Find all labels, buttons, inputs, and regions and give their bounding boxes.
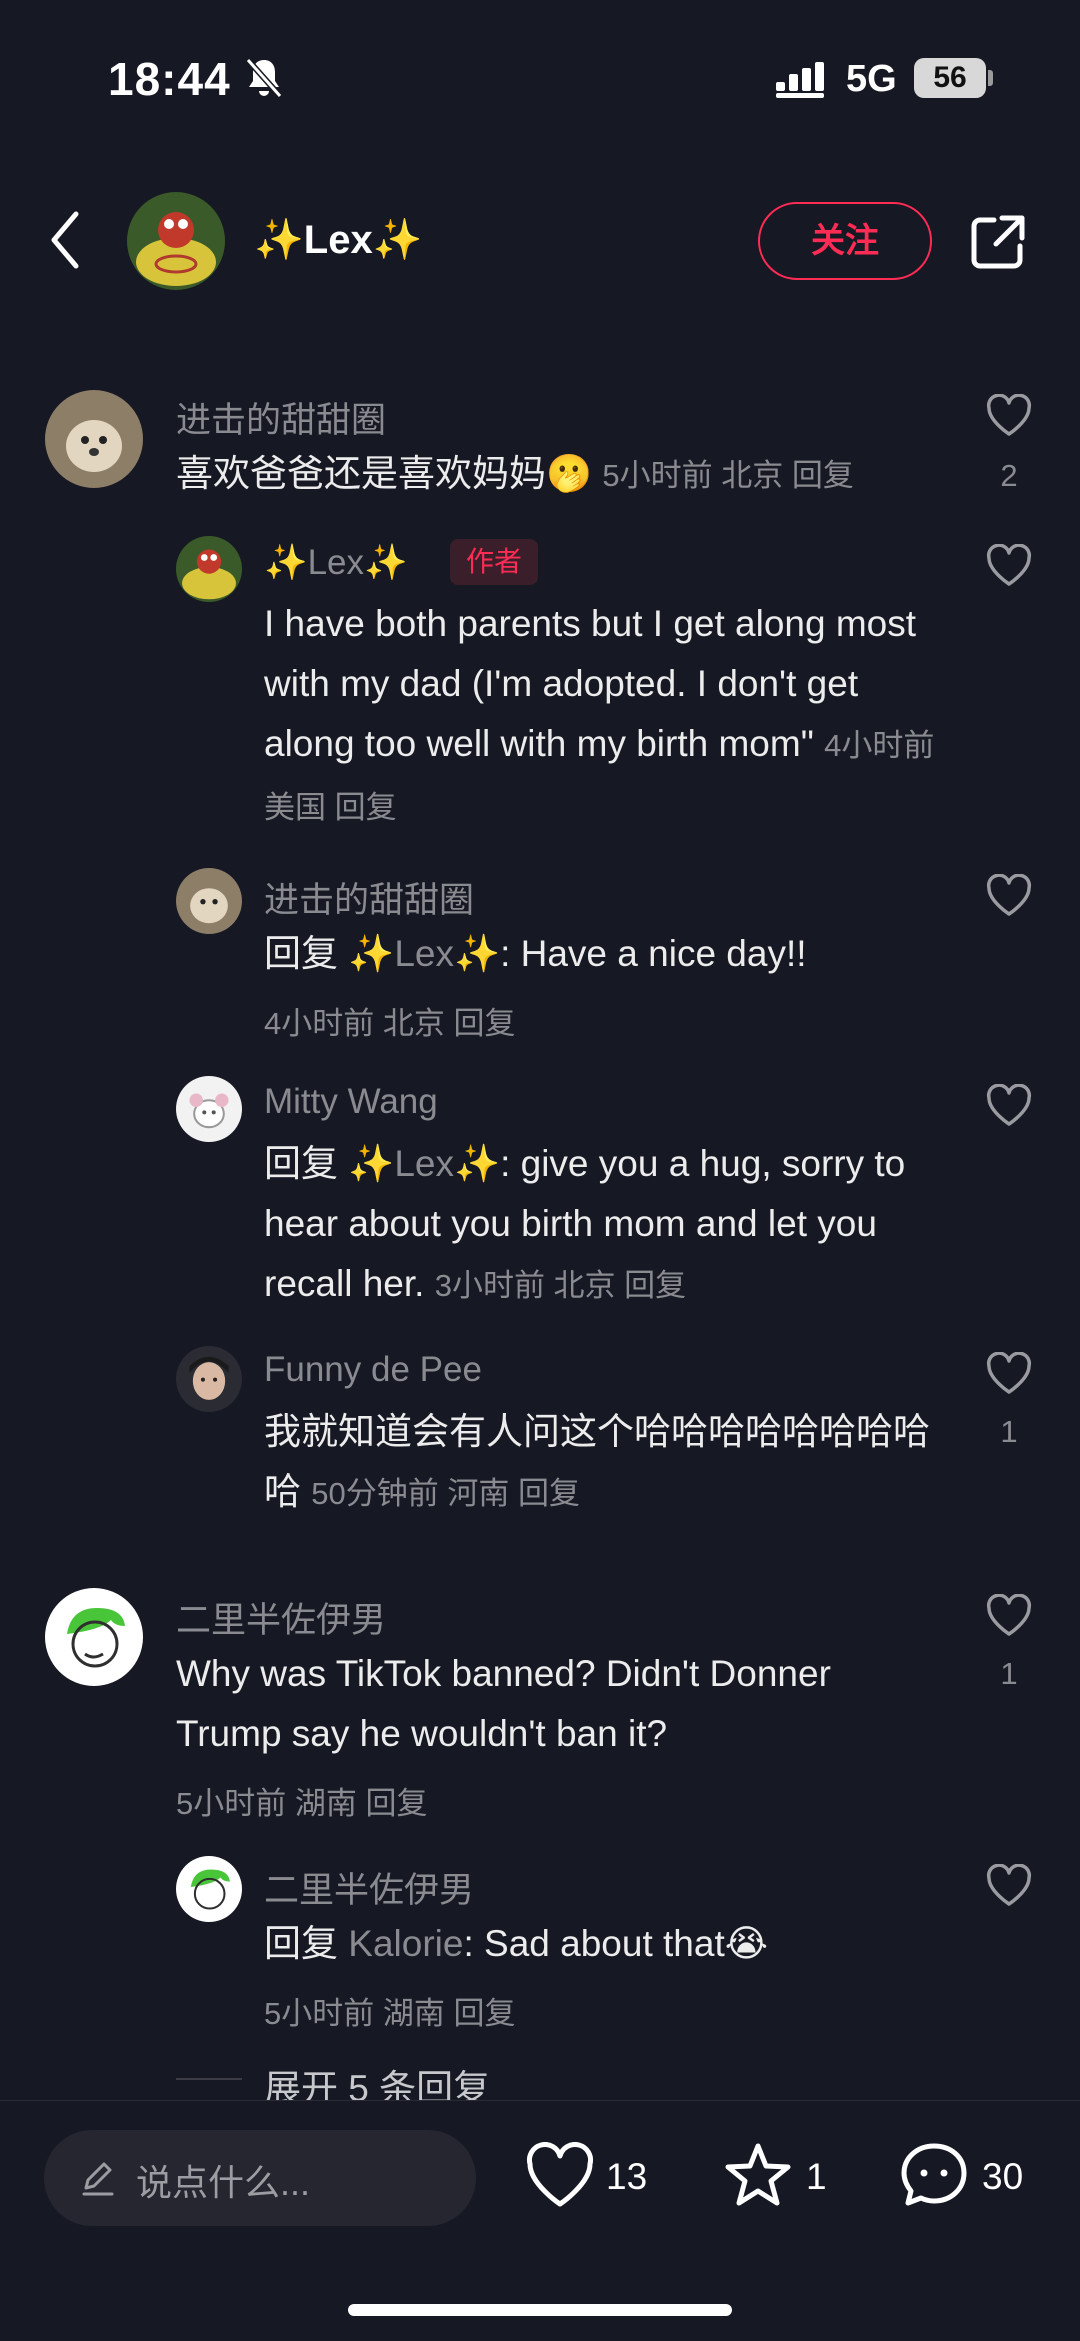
expand-divider [176,2078,242,2080]
commenter-avatar[interactable] [176,536,242,602]
battery-tip [988,70,993,86]
heart-icon[interactable] [985,1084,1033,1128]
commenter-avatar[interactable] [176,868,242,934]
comment-username[interactable]: Funny de Pee [264,1350,482,1390]
status-bar: 18:44 5G 56 [0,0,1080,150]
heart-icon[interactable] [985,544,1033,588]
comment-text: 回复 ✨Lex✨: give you a hug, sorry to hear … [264,1143,906,1304]
heart-icon[interactable] [985,1594,1033,1638]
comment-text: Why was TikTok banned? Didn't Donner Tru… [176,1653,831,1754]
comment-text: I have both parents but I get along most… [264,603,935,825]
comment-username[interactable]: 进击的甜甜圈 [264,872,474,923]
heart-icon[interactable] [985,1864,1033,1908]
comment-username[interactable]: 进击的甜甜圈 [176,392,386,443]
network-type: 5G [846,58,897,100]
author-name[interactable]: ✨Lex✨ [254,216,423,263]
reply-target[interactable]: Kalorie [348,1923,463,1964]
bell-off-icon [245,58,283,98]
like-count: 1 [1000,1414,1018,1449]
like-count: 2 [1000,458,1018,493]
comment-username[interactable]: 二里半佐伊男 [176,1592,386,1643]
comment-meta: 5小时前 湖南 回复 [264,1996,516,2031]
commenter-avatar[interactable] [176,1346,242,1412]
comment-meta: 3小时前 北京 回复 [434,1268,687,1303]
comment-bubble-icon[interactable] [898,2140,970,2208]
home-indicator[interactable] [348,2304,732,2316]
pencil-icon [82,2162,114,2196]
heart-icon[interactable] [985,394,1033,438]
share-icon[interactable] [968,212,1028,272]
like-count: 1 [1000,1656,1018,1691]
comment-meta: 5小时前 湖南 回复 [176,1786,428,1821]
reply-target[interactable]: ✨Lex✨ [348,1143,500,1184]
comment-username[interactable]: 二里半佐伊男 [264,1862,474,1913]
star-icon[interactable] [722,2140,794,2208]
emoji-icon: 🫢 [546,453,593,494]
commenter-avatar[interactable] [45,1588,143,1686]
battery-level: 56 [914,58,986,98]
comment-text: 我就知道会有人问这个哈哈哈哈哈哈哈哈哈 50分钟前 河南 回复 [264,1411,930,1512]
commenter-avatar[interactable] [176,1076,242,1142]
comment-text: 喜欢爸爸还是喜欢妈妈🫢 5小时前 北京 回复 [176,453,854,494]
comment-meta: 50分钟前 河南 回复 [311,1476,580,1511]
author-badge: 作者 [450,539,539,585]
comment-text: 回复 ✨Lex✨: Have a nice day!! [264,933,807,974]
status-time: 18:44 [108,53,231,105]
comment-text: 回复 Kalorie: Sad about that😭 [264,1923,768,1964]
commenter-avatar[interactable] [45,390,143,488]
author-avatar[interactable] [127,192,225,290]
heart-icon[interactable] [985,1352,1033,1396]
comment-username[interactable]: Mitty Wang [264,1082,438,1122]
commenter-avatar[interactable] [176,1856,242,1922]
follow-button[interactable]: 关注 [758,202,932,280]
comment-meta: 5小时前 北京 回复 [602,458,854,493]
heart-icon[interactable] [524,2142,596,2210]
comment-input-placeholder[interactable]: 说点什么... [136,2154,310,2206]
reply-target[interactable]: ✨Lex✨ [348,933,500,974]
comment-username[interactable]: ✨Lex✨ [264,542,408,583]
favorite-total: 1 [806,2156,827,2197]
back-button[interactable] [46,208,86,272]
comment-meta: 4小时前 北京 回复 [264,1006,516,1041]
crying-emoji-icon: 😭 [724,1923,768,1964]
comment-total: 30 [982,2156,1024,2197]
heart-icon[interactable] [985,874,1033,918]
like-total: 13 [606,2156,648,2197]
signal-icon [776,62,824,98]
